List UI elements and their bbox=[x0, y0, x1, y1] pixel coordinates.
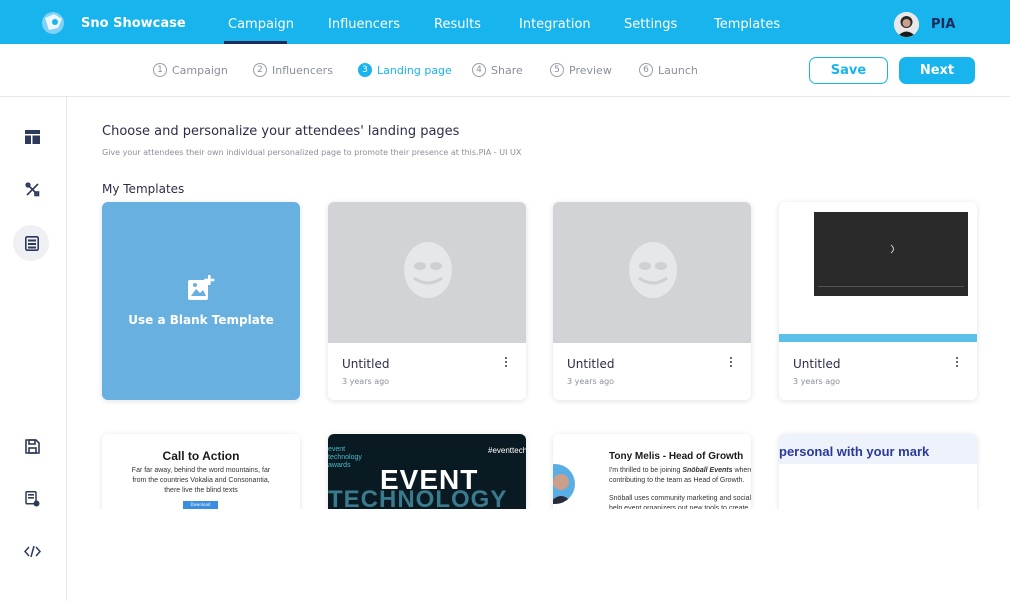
more-options-icon[interactable] bbox=[725, 355, 737, 369]
save-disk-icon[interactable] bbox=[22, 436, 42, 456]
template-preview-event[interactable]: #eventtech event technology awards EVENT… bbox=[328, 434, 526, 514]
step-number: 2 bbox=[253, 63, 267, 77]
template-preview-profile[interactable]: Tony Melis - Head of Growth I'm thrilled… bbox=[553, 434, 751, 514]
blank-template-card[interactable]: Use a Blank Template bbox=[102, 202, 300, 400]
next-button[interactable]: Next bbox=[899, 57, 975, 84]
database-settings-icon[interactable] bbox=[22, 489, 42, 509]
template-title: Untitled bbox=[793, 357, 841, 371]
template-title: Untitled bbox=[567, 357, 615, 371]
yeti-placeholder-icon bbox=[629, 242, 677, 298]
template-card[interactable]: Untitled 3 years ago bbox=[328, 202, 526, 400]
user-avatar[interactable] bbox=[894, 12, 919, 37]
nav-templates[interactable]: Templates bbox=[714, 17, 780, 32]
brand-name: Sno Showcase bbox=[81, 16, 186, 31]
loading-spinner-icon bbox=[890, 244, 894, 254]
template-date: 3 years ago bbox=[793, 377, 841, 386]
step-label: Preview bbox=[569, 63, 612, 77]
save-button[interactable]: Save bbox=[809, 57, 888, 84]
step-label: Landing page bbox=[377, 63, 452, 77]
template-thumbnail bbox=[328, 202, 526, 343]
more-options-icon[interactable] bbox=[951, 355, 963, 369]
preview-body: I'm thrilled to be joining Snöball Event… bbox=[609, 466, 751, 513]
preview-hashtag: #eventtech bbox=[488, 446, 526, 455]
step-number: 3 bbox=[358, 63, 372, 77]
step-launch[interactable]: 6 Launch bbox=[639, 63, 698, 77]
my-templates-title: My Templates bbox=[102, 182, 185, 196]
blank-template-label: Use a Blank Template bbox=[128, 313, 274, 327]
more-options-icon[interactable] bbox=[500, 355, 512, 369]
design-tools-icon[interactable] bbox=[22, 179, 42, 199]
layout-icon[interactable] bbox=[22, 127, 42, 147]
preview-text: Snöball uses community marketing and soc… bbox=[609, 495, 751, 502]
step-landing-page[interactable]: 3 Landing page bbox=[358, 63, 452, 77]
step-preview[interactable]: 5 Preview bbox=[550, 63, 612, 77]
nav-results[interactable]: Results bbox=[434, 17, 481, 32]
step-influencers[interactable]: 2 Influencers bbox=[253, 63, 333, 77]
pages-icon[interactable] bbox=[22, 233, 42, 253]
yeti-placeholder-icon bbox=[404, 242, 452, 298]
step-label: Campaign bbox=[172, 63, 228, 77]
person-photo-icon bbox=[553, 474, 573, 504]
template-preview-personal[interactable]: personal with your mark bbox=[779, 434, 977, 514]
profile-photo bbox=[553, 464, 575, 504]
preview-footer-strip bbox=[779, 334, 977, 342]
step-number: 1 bbox=[153, 63, 167, 77]
template-title: Untitled bbox=[342, 357, 390, 371]
preview-award-text: event technology awards bbox=[328, 446, 362, 469]
nav-influencers[interactable]: Influencers bbox=[328, 17, 400, 32]
step-label: Influencers bbox=[272, 63, 333, 77]
add-image-icon bbox=[188, 275, 215, 300]
preview-title: Tony Melis - Head of Growth bbox=[609, 451, 744, 462]
template-thumbnail bbox=[779, 202, 977, 343]
preview-text: where bbox=[734, 467, 751, 474]
step-number: 5 bbox=[550, 63, 564, 77]
template-thumbnail bbox=[553, 202, 751, 343]
scroll-cutoff bbox=[67, 509, 1010, 601]
template-date: 3 years ago bbox=[567, 377, 615, 386]
template-card[interactable]: Untitled 3 years ago bbox=[553, 202, 751, 400]
template-card[interactable]: Untitled 3 years ago bbox=[779, 202, 977, 400]
avatar-image-icon bbox=[894, 12, 919, 37]
template-date: 3 years ago bbox=[342, 377, 390, 386]
step-label: Share bbox=[491, 63, 523, 77]
preview-emphasis: Snöball Events bbox=[682, 467, 733, 474]
preview-heading: personal with your mark bbox=[779, 444, 930, 459]
page-title: Choose and personalize your attendees' l… bbox=[102, 124, 460, 139]
preview-body: Far far away, behind the word mountains,… bbox=[131, 467, 271, 494]
top-navigation-bar: Sno Showcase Campaign Influencers Result… bbox=[0, 0, 1010, 44]
page-subtitle: Give your attendees their own individual… bbox=[102, 148, 522, 157]
nav-campaign[interactable]: Campaign bbox=[228, 17, 294, 32]
step-label: Launch bbox=[658, 63, 698, 77]
user-name[interactable]: PIA bbox=[931, 17, 955, 32]
preview-text: I'm thrilled to be joining bbox=[609, 467, 681, 474]
nav-settings[interactable]: Settings bbox=[624, 17, 677, 32]
preview-title: Call to Action bbox=[162, 449, 240, 463]
code-icon[interactable] bbox=[22, 541, 42, 561]
step-number: 6 bbox=[639, 63, 653, 77]
main-content: Choose and personalize your attendees' l… bbox=[67, 97, 1010, 601]
step-number: 4 bbox=[472, 63, 486, 77]
preview-download-button: Download bbox=[183, 501, 218, 509]
step-share[interactable]: 4 Share bbox=[472, 63, 523, 77]
video-preview bbox=[814, 212, 968, 296]
template-preview-call-to-action[interactable]: Call to Action Far far away, behind the … bbox=[102, 434, 300, 514]
sno-logo-icon[interactable] bbox=[40, 10, 68, 36]
left-sidebar bbox=[0, 97, 67, 601]
preview-text: contributing to the team as Head of Grow… bbox=[609, 476, 745, 484]
nav-integration[interactable]: Integration bbox=[519, 17, 591, 32]
step-campaign[interactable]: 1 Campaign bbox=[153, 63, 228, 77]
